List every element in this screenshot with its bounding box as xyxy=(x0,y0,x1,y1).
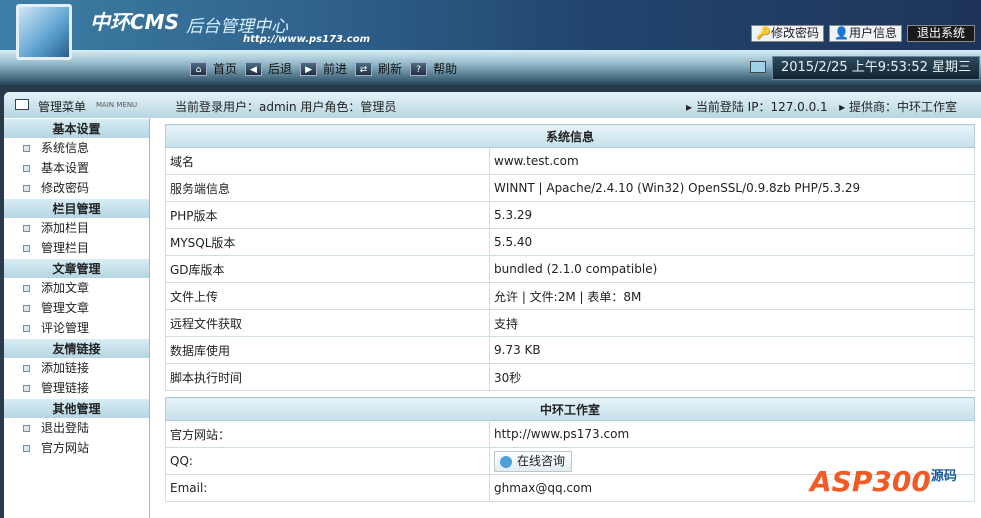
info-value: 5.3.29 xyxy=(489,201,975,229)
nav-help[interactable]: 帮助 xyxy=(433,60,457,77)
change-password-button[interactable]: 🔑修改密码 xyxy=(751,25,825,42)
refresh-icon[interactable]: ⇄ xyxy=(355,61,373,76)
info-value: 允许 | 文件:2M | 表单：8M xyxy=(489,282,975,310)
monitor-logo-icon xyxy=(16,4,72,60)
current-user-info: 当前登录用户：admin 用户角色：管理员 xyxy=(175,100,397,114)
table-row: 脚本执行时间 30秒 xyxy=(165,363,975,391)
sidebar-section-title[interactable]: 其他管理 xyxy=(4,398,149,418)
sidebar-item[interactable]: 添加链接 xyxy=(4,358,149,378)
table-row: GD库版本 bundled (2.1.0 compatible) xyxy=(165,255,975,283)
official-site-link[interactable]: http://www.ps173.com xyxy=(494,427,629,441)
nav-forward[interactable]: 前进 xyxy=(323,60,347,77)
table-row: PHP版本 5.3.29 xyxy=(165,201,975,229)
info-label: MYSQL版本 xyxy=(165,228,490,256)
sidebar-section-title[interactable]: 友情链接 xyxy=(4,338,149,358)
home-icon[interactable]: ⌂ xyxy=(190,61,207,76)
brand-logo: 中环CMS xyxy=(90,10,179,34)
sidebar-section-title[interactable]: 栏目管理 xyxy=(4,198,149,218)
sidebar-item[interactable]: 官方网站 xyxy=(4,438,149,458)
sidebar-item[interactable]: 退出登陆 xyxy=(4,418,149,438)
help-icon[interactable]: ? xyxy=(410,61,428,76)
table-title: 系统信息 xyxy=(165,124,975,148)
user-info-button[interactable]: 👤用户信息 xyxy=(829,25,902,42)
info-label: 服务端信息 xyxy=(165,174,490,202)
table-row: 官方网站： http://www.ps173.com xyxy=(165,420,975,448)
sidebar-item[interactable]: 添加栏目 xyxy=(4,218,149,238)
sidebar-item[interactable]: 管理文章 xyxy=(4,298,149,318)
user-icon: 👤 xyxy=(834,26,849,40)
table-row: 数据库使用 9.73 KB xyxy=(165,336,975,364)
computer-icon xyxy=(750,61,766,73)
main-content: 系统信息 域名 www.test.com 服务端信息 WINNT | Apache/2… xyxy=(150,118,981,518)
info-label: PHP版本 xyxy=(165,201,490,229)
forward-icon[interactable]: ▶ xyxy=(300,61,318,76)
system-info-table: 系统信息 域名 www.test.com 服务端信息 WINNT | Apache/2… xyxy=(165,124,975,391)
info-value: 9.73 KB xyxy=(489,336,975,364)
nav-home[interactable]: 首页 xyxy=(213,60,237,77)
online-consult-button[interactable]: 在线咨询 xyxy=(494,450,573,472)
key-icon: 🔑 xyxy=(756,26,772,40)
logout-button[interactable]: 退出系统 xyxy=(907,25,975,42)
provider: ▸ 提供商：中环工作室 xyxy=(839,100,957,114)
sidebar: 基本设置 系统信息 基本设置 修改密码 栏目管理 添加栏目 管理栏目 文章管理 添加文章 管理文章… xyxy=(4,118,150,518)
info-value: 5.5.40 xyxy=(489,228,975,256)
info-value: 30秒 xyxy=(489,363,975,391)
sidebar-item[interactable]: 评论管理 xyxy=(4,318,149,338)
sidebar-item[interactable]: 基本设置 xyxy=(4,158,149,178)
sidebar-item[interactable]: 添加文章 xyxy=(4,278,149,298)
header: 中环CMS 后台管理中心 http://www.ps173.com 🔑修改密码 … xyxy=(0,0,981,60)
nav-back[interactable]: 后退 xyxy=(268,60,292,77)
menu-icon xyxy=(15,99,29,110)
info-value: 支持 xyxy=(489,309,975,337)
sidebar-item[interactable]: 系统信息 xyxy=(4,138,149,158)
info-label: 文件上传 xyxy=(165,282,490,310)
info-label: GD库版本 xyxy=(165,255,490,283)
sidebar-item[interactable]: 管理链接 xyxy=(4,378,149,398)
brand-url: http://www.ps173.com xyxy=(243,34,371,45)
info-value: bundled (2.1.0 compatible) xyxy=(489,255,975,283)
info-value: www.test.com xyxy=(489,147,975,175)
menu-subtitle: MAIN MENU xyxy=(96,101,138,109)
info-label: 域名 xyxy=(165,147,490,175)
table-row: MYSQL版本 5.5.40 xyxy=(165,228,975,256)
sidebar-section-title[interactable]: 文章管理 xyxy=(4,258,149,278)
menu-title: 管理菜单 xyxy=(38,100,87,114)
clock-display: 2015/2/25 上午9:53:52 星期三 xyxy=(772,56,980,80)
table-row: 远程文件获取 支持 xyxy=(165,309,975,337)
nav-refresh[interactable]: 刷新 xyxy=(378,60,402,77)
info-label: 远程文件获取 xyxy=(165,309,490,337)
sidebar-item[interactable]: 修改密码 xyxy=(4,178,149,198)
info-value: WINNT | Apache/2.4.10 (Win32) OpenSSL/0.… xyxy=(489,174,975,202)
email-link[interactable]: ghmax@qq.com xyxy=(494,481,592,495)
login-info: ▸ 当前登陆 IP：127.0.0.1 ▸ 提供商：中环工作室 xyxy=(686,98,957,115)
info-label: 脚本执行时间 xyxy=(165,363,490,391)
watermark-logo: ASP300源码 xyxy=(810,465,957,498)
login-ip: ▸ 当前登陆 IP：127.0.0.1 xyxy=(686,100,828,114)
info-label: 数据库使用 xyxy=(165,336,490,364)
sidebar-item[interactable]: 管理栏目 xyxy=(4,238,149,258)
sidebar-section-title[interactable]: 基本设置 xyxy=(4,118,149,138)
table-row: 域名 www.test.com xyxy=(165,147,975,175)
table-title: 中环工作室 xyxy=(165,397,975,421)
table-row: 文件上传 允许 | 文件:2M | 表单：8M xyxy=(165,282,975,310)
table-row: 服务端信息 WINNT | Apache/2.4.10 (Win32) OpenS… xyxy=(165,174,975,202)
back-icon[interactable]: ◀ xyxy=(245,61,263,76)
